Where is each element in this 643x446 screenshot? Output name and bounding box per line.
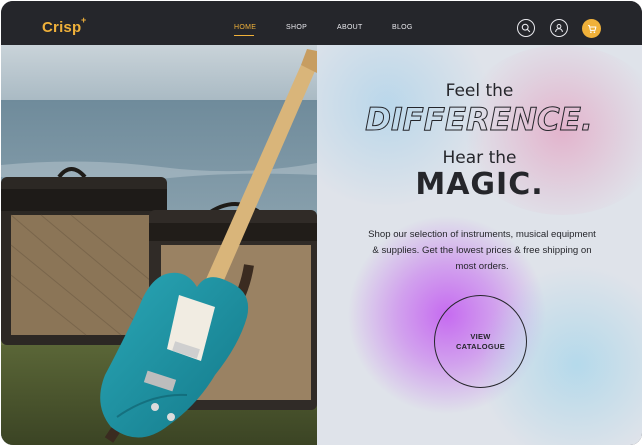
active-nav-indicator — [234, 35, 254, 36]
search-button[interactable] — [517, 19, 535, 37]
search-icon — [521, 23, 531, 33]
nav-link-shop[interactable]: SHOP — [286, 23, 307, 32]
user-icon — [555, 24, 563, 33]
account-button[interactable] — [550, 19, 568, 37]
hero-description: Shop our selection of instruments, music… — [353, 227, 611, 274]
cart-icon — [587, 24, 596, 33]
hero-line-feel: Feel the — [445, 81, 514, 101]
nav-link-home[interactable]: HOME — [234, 23, 256, 32]
description-line: & supplies. Get the lowest prices & free… — [372, 244, 592, 256]
page-frame: Crisp + HOME SHOP ABOUT BLOG Feel the DI… — [1, 1, 642, 445]
hero-line-magic: MAGIC. — [415, 167, 544, 202]
difference-outline-heading: DIFFERENCE. — [365, 102, 594, 139]
description-line: most orders. — [455, 260, 509, 272]
description-line: Shop our selection of instruments, music… — [368, 229, 596, 240]
view-catalogue-button[interactable]: VIEW CATALOGUE — [434, 295, 527, 388]
brand-logo-mark: + — [81, 15, 87, 25]
difference-text: DIFFERENCE. — [365, 102, 593, 137]
cta-label-line2: CATALOGUE — [455, 341, 506, 351]
nav-link-blog[interactable]: BLOG — [392, 23, 413, 32]
nav-link-about[interactable]: ABOUT — [337, 23, 363, 32]
cart-button[interactable] — [582, 19, 601, 38]
guitar-amplifier-image — [1, 45, 317, 445]
hero-line-hear: Hear the — [442, 148, 517, 168]
hero-guitar-photo — [1, 45, 317, 445]
top-navigation: Crisp + HOME SHOP ABOUT BLOG — [1, 1, 642, 45]
brand-logo[interactable]: Crisp — [42, 19, 81, 37]
hero-line-difference: DIFFERENCE. — [317, 101, 642, 139]
cta-label-line1: VIEW — [470, 331, 491, 341]
